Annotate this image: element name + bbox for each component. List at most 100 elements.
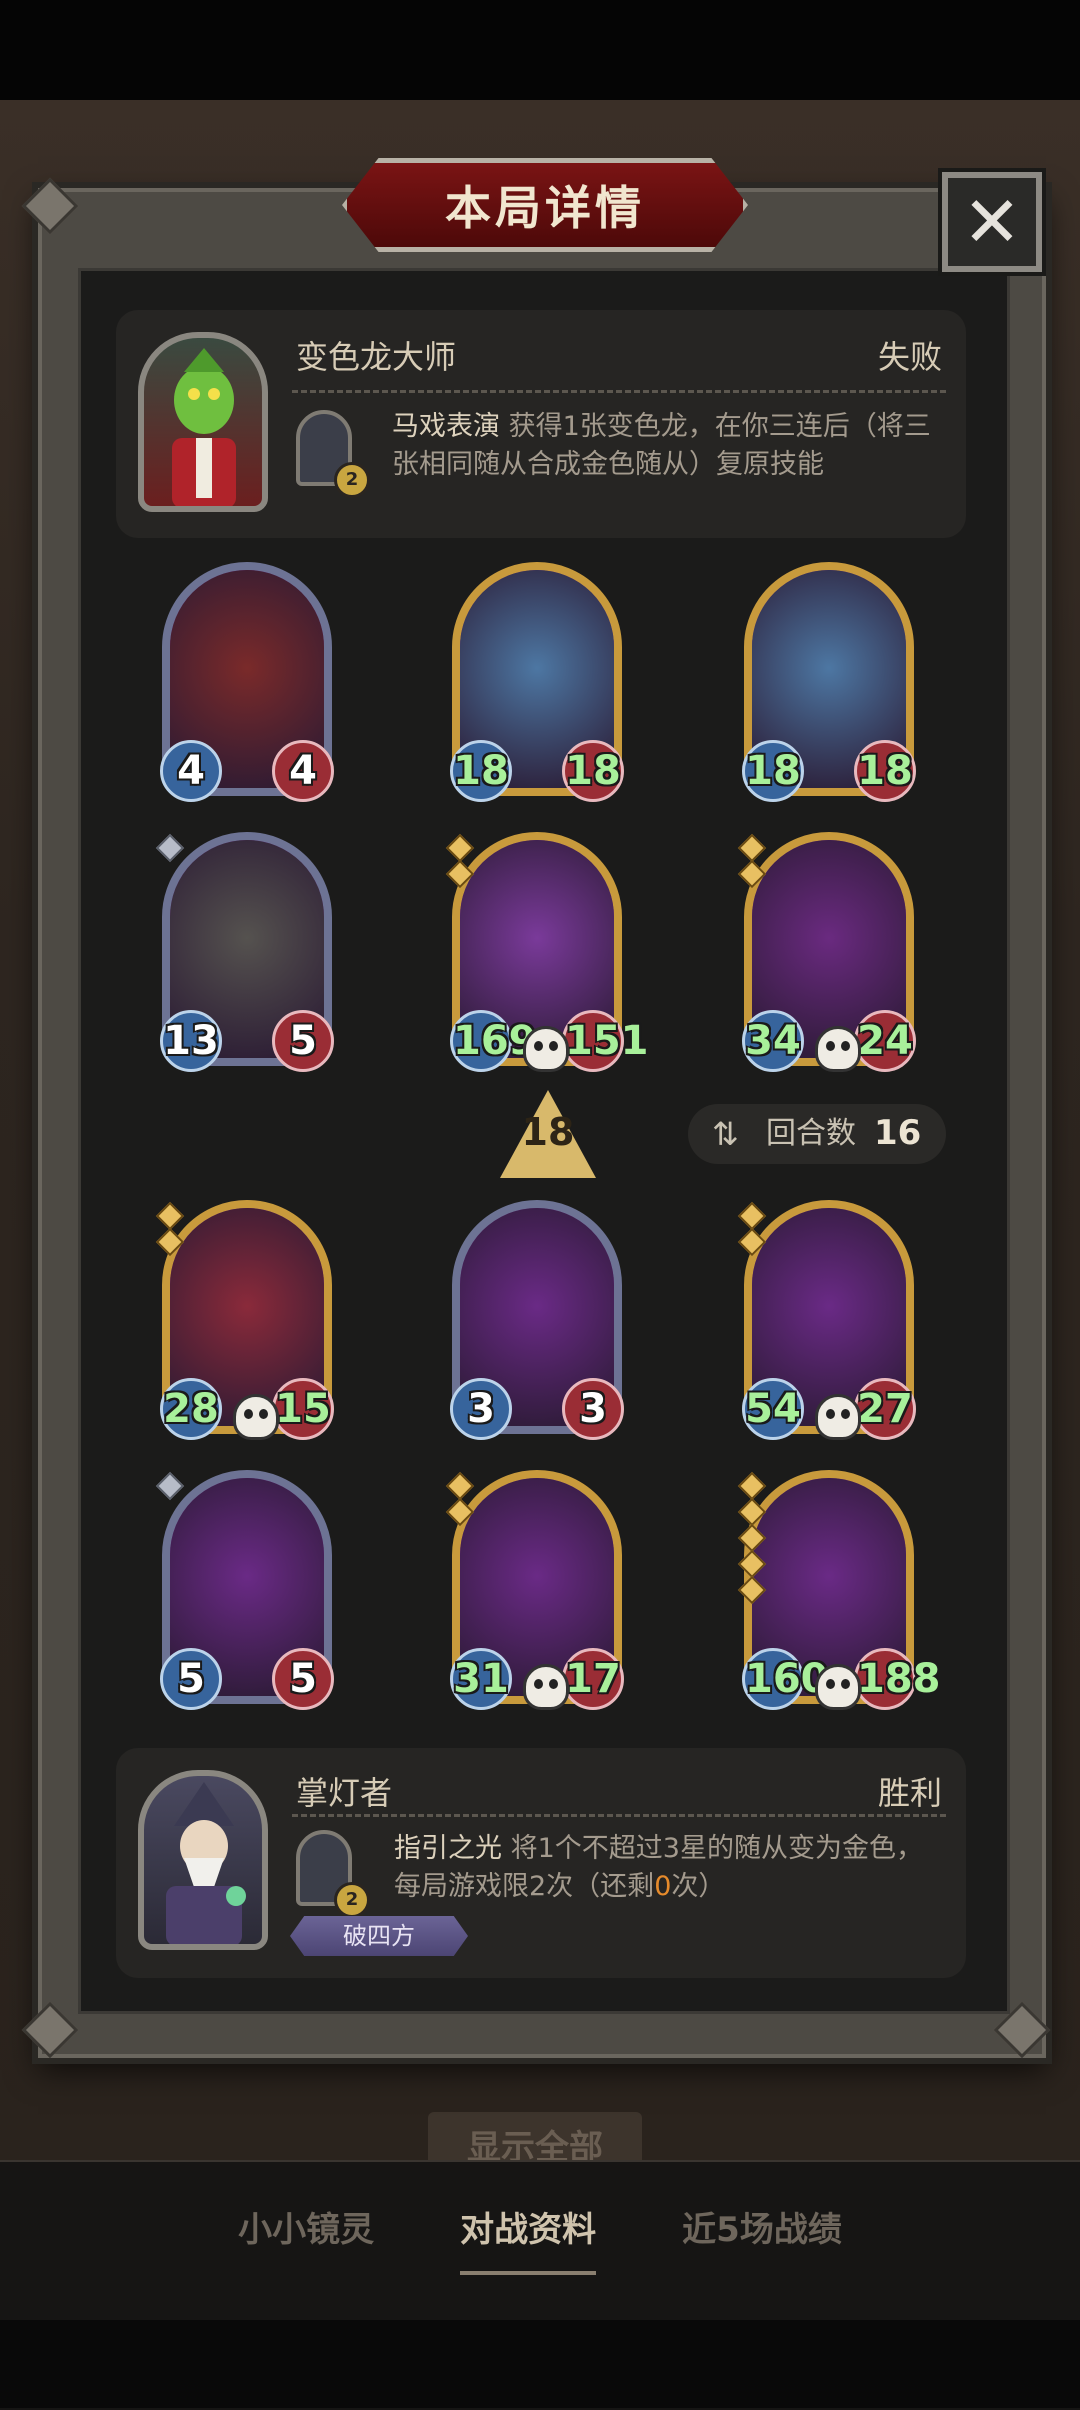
attack-stat: 18 xyxy=(742,740,804,802)
opponent-avatar[interactable] xyxy=(138,332,268,512)
skill-level-badge: 2 xyxy=(334,462,370,498)
lamplighter-portrait-icon xyxy=(166,1782,246,1944)
player-skill-description: 指引之光 将1个不超过3星的随从变为金色，每局游戏限2次（还剩0次） xyxy=(394,1830,934,1906)
star-icon xyxy=(445,1497,475,1527)
minion-card[interactable]: 160 188 xyxy=(737,1470,941,1710)
deathrattle-skull-icon xyxy=(815,1026,861,1072)
deathrattle-skull-icon xyxy=(523,1026,569,1072)
opponent-name: 变色龙大师 xyxy=(296,338,457,376)
attack-stat: 160 xyxy=(742,1648,829,1710)
opponent-panel: 变色龙大师 失败 2 马戏表演 获得1张变色龙，在你三连后（将三张相同随从合成金… xyxy=(116,310,966,538)
player-name: 掌灯者 xyxy=(296,1774,393,1812)
health-stat: 18 xyxy=(854,740,916,802)
skill-remaining-count: 0 xyxy=(654,1871,672,1902)
divider xyxy=(292,390,946,393)
player-title-tag: 破四方 xyxy=(290,1916,468,1956)
star-icon xyxy=(737,1497,767,1527)
health-stat: 5 xyxy=(272,1010,334,1072)
minion-card[interactable]: 13 5 xyxy=(155,832,334,1072)
health-stat: 188 xyxy=(854,1648,941,1710)
health-stat: 17 xyxy=(562,1648,624,1710)
player-result: 胜利 xyxy=(877,1774,942,1812)
star-icon xyxy=(155,1227,185,1257)
minion-card[interactable]: 28 15 xyxy=(155,1200,334,1440)
health-stat: 151 xyxy=(562,1010,649,1072)
health-stat: 27 xyxy=(854,1378,916,1440)
tab-recent-matches[interactable]: 近5场战绩 xyxy=(682,2195,842,2275)
refresh-icon: ⇅ xyxy=(712,1115,739,1153)
deathrattle-skull-icon xyxy=(523,1664,569,1710)
opponent-result: 失败 xyxy=(877,338,942,376)
minion-card[interactable]: 44 xyxy=(160,562,334,802)
skill-level-badge: 2 xyxy=(334,1882,370,1918)
health-stat: 15 xyxy=(272,1378,334,1440)
tab-mirror-spirit[interactable]: 小小镜灵 xyxy=(238,2195,374,2275)
minion-card[interactable]: 31 17 xyxy=(445,1470,624,1710)
star-rating xyxy=(737,833,767,890)
health-stat: 24 xyxy=(854,1010,916,1072)
star-icon xyxy=(737,1523,767,1553)
minion-card[interactable]: 169 151 xyxy=(445,832,649,1072)
round-counter: ⇅ 回合数 16 xyxy=(688,1104,946,1164)
tab-battle-data[interactable]: 对战资料 xyxy=(460,2195,597,2275)
star-rating xyxy=(737,1471,767,1606)
minion-card[interactable]: 18 18 xyxy=(742,562,916,802)
star-icon xyxy=(737,1471,767,1501)
divider xyxy=(292,1814,946,1817)
star-rating xyxy=(155,1201,185,1258)
close-button[interactable]: ✕ xyxy=(942,172,1042,272)
opponent-skill-description: 马戏表演 获得1张变色龙，在你三连后（将三张相同随从合成金色随从）复原技能 xyxy=(392,408,952,484)
minion-card[interactable]: 34 24 xyxy=(737,832,916,1072)
round-value: 16 xyxy=(874,1113,922,1153)
star-icon xyxy=(737,1201,767,1231)
star-icon xyxy=(737,1549,767,1579)
health-stat: 18 xyxy=(562,740,624,802)
star-icon xyxy=(445,1471,475,1501)
attack-stat: 28 xyxy=(160,1378,222,1440)
attack-stat: 3 xyxy=(450,1378,512,1440)
star-rating xyxy=(445,833,475,890)
star-icon xyxy=(155,833,185,863)
attack-stat: 54 xyxy=(742,1378,804,1440)
star-icon xyxy=(737,859,767,889)
round-label: 回合数 xyxy=(766,1116,856,1151)
deathrattle-skull-icon xyxy=(233,1394,279,1440)
bottom-strip xyxy=(0,2320,1080,2408)
star-icon xyxy=(155,1201,185,1231)
attack-stat: 4 xyxy=(160,740,222,802)
close-icon: ✕ xyxy=(962,181,1022,263)
star-icon xyxy=(445,859,475,889)
star-icon xyxy=(737,1575,767,1605)
deathrattle-skull-icon xyxy=(815,1394,861,1440)
attack-stat: 34 xyxy=(742,1010,804,1072)
player-avatar[interactable] xyxy=(138,1770,268,1950)
player-skill-name: 指引之光 xyxy=(394,1833,502,1864)
top-bar xyxy=(0,0,1080,110)
star-icon xyxy=(155,1471,185,1501)
health-stat: 5 xyxy=(272,1648,334,1710)
chameleon-portrait-icon xyxy=(172,348,236,506)
dialog-title: 本局详情 xyxy=(445,181,645,235)
attack-stat: 31 xyxy=(450,1648,512,1710)
star-icon xyxy=(445,833,475,863)
dialog-title-banner: 本局详情 xyxy=(342,158,748,252)
player-panel: 掌灯者 胜利 2 指引之光 将1个不超过3星的随从变为金色，每局游戏限2次（还剩… xyxy=(116,1748,966,1978)
attack-stat: 5 xyxy=(160,1648,222,1710)
bottom-tabs: 小小镜灵 对战资料 近5场战绩 xyxy=(0,2195,1080,2275)
attack-stat: 169 xyxy=(450,1010,537,1072)
minion-card[interactable]: 33 xyxy=(450,1200,624,1440)
attack-stat: 13 xyxy=(160,1010,222,1072)
star-rating xyxy=(155,1471,185,1502)
star-rating xyxy=(155,833,185,864)
star-rating xyxy=(737,1201,767,1258)
star-icon xyxy=(737,833,767,863)
player-skill-text-end: 次） xyxy=(671,1871,726,1902)
attack-stat: 18 xyxy=(450,740,512,802)
minion-card[interactable]: 55 xyxy=(155,1470,334,1710)
health-stat: 3 xyxy=(562,1378,624,1440)
minion-card[interactable]: 18 18 xyxy=(450,562,624,802)
tavern-level-value: 18 xyxy=(521,1110,575,1154)
star-rating xyxy=(445,1471,475,1528)
minion-card[interactable]: 54 27 xyxy=(737,1200,916,1440)
opponent-skill-name: 马戏表演 xyxy=(392,411,500,442)
